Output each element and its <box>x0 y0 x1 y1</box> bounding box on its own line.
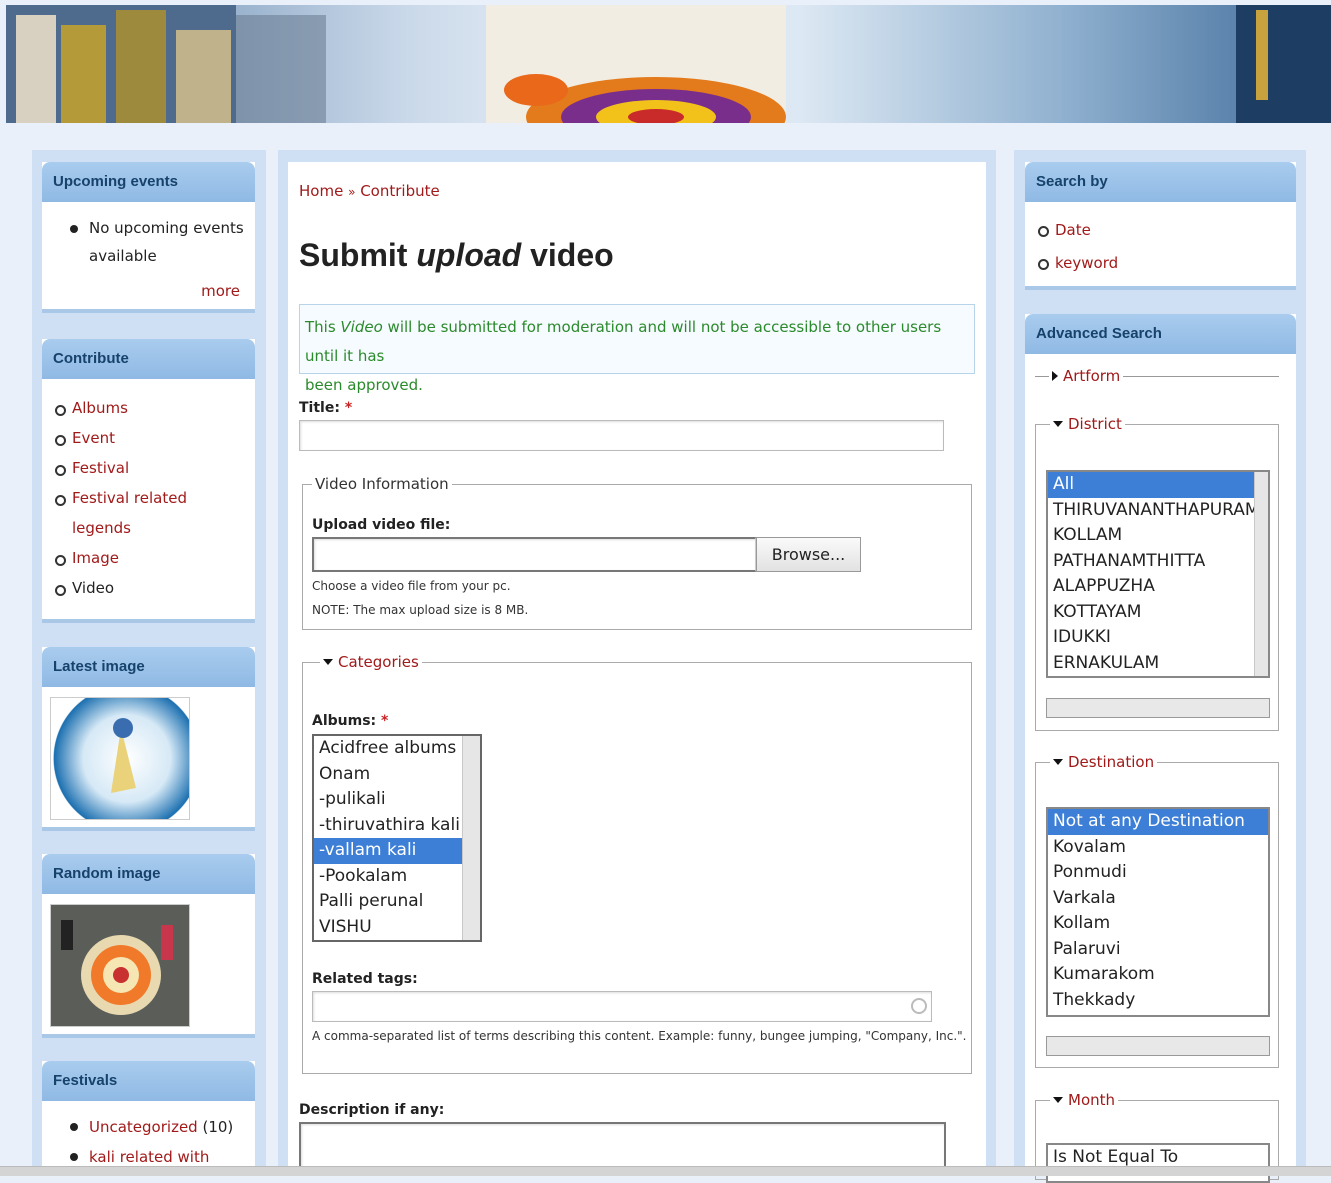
destination-select[interactable]: Not at any Destination Kovalam Ponmudi V… <box>1046 807 1270 1017</box>
block-title: Search by <box>1025 162 1296 202</box>
title-input[interactable] <box>299 420 944 451</box>
district-toggle[interactable]: District <box>1050 415 1125 433</box>
list-item: No upcoming events available <box>42 214 255 270</box>
album-option[interactable]: Palli perunal <box>314 889 480 915</box>
breadcrumb: Home » Contribute <box>299 182 440 200</box>
destination-hscrollbar[interactable] <box>1046 1036 1270 1056</box>
destination-option[interactable]: Varkala <box>1048 886 1268 912</box>
artform-toggle[interactable]: Artform <box>1049 367 1124 385</box>
district-fieldset: District All THIRUVANANTHAPURAM KOLLAM P… <box>1035 415 1279 731</box>
albums-select[interactable]: Acidfree albums Onam -pulikali -thiruvat… <box>312 734 482 942</box>
moderation-notice: This Video will be submitted for moderat… <box>299 304 975 394</box>
destination-toggle[interactable]: Destination <box>1050 753 1158 771</box>
sidebar-item-event[interactable]: Event <box>42 423 255 453</box>
main-content: Home » Contribute Submit upload video Th… <box>288 162 986 1172</box>
breadcrumb-home[interactable]: Home <box>299 182 343 200</box>
district-hscrollbar[interactable] <box>1046 698 1270 718</box>
upload-help: Choose a video file from your pc. <box>312 579 511 593</box>
sidebar-item-albums[interactable]: Albums <box>42 393 255 423</box>
random-image-block: Random image <box>42 854 255 1038</box>
block-title: Random image <box>42 854 255 894</box>
header-banner <box>6 5 1331 123</box>
block-title: Latest image <box>42 647 255 687</box>
page-title: Submit upload video <box>299 237 614 273</box>
district-option[interactable]: ALAPPUZHA <box>1048 574 1268 600</box>
destination-option[interactable]: Kovalam <box>1048 835 1268 861</box>
search-by-date[interactable]: Date <box>1025 214 1296 247</box>
upload-label: Upload video file: <box>312 517 451 533</box>
district-option[interactable]: KOTTAYAM <box>1048 600 1268 626</box>
banner-illustration <box>6 5 1331 123</box>
fieldset-legend: Video Information <box>312 475 452 493</box>
block-title: Advanced Search <box>1025 314 1296 354</box>
sidebar-item-festival[interactable]: Festival <box>42 453 255 483</box>
block-title: Upcoming events <box>42 162 255 202</box>
album-option[interactable]: Onam <box>314 762 480 788</box>
destination-option[interactable]: Kollam <box>1048 911 1268 937</box>
browse-button[interactable]: Browse... <box>756 537 861 572</box>
month-operator-select[interactable]: Is Not Equal To <box>1046 1143 1270 1183</box>
destination-fieldset: Destination Not at any Destination Koval… <box>1035 753 1279 1068</box>
albums-scrollbar[interactable] <box>462 736 480 940</box>
album-option[interactable]: -pulikali <box>314 787 480 813</box>
status-bar <box>0 1166 1331 1176</box>
tags-label: Related tags: <box>312 971 418 987</box>
categories-fieldset: Categories Albums: * Acidfree albums Ona… <box>302 653 972 1074</box>
destination-option[interactable]: Palaruvi <box>1048 937 1268 963</box>
upload-file-input[interactable] <box>312 537 756 572</box>
upload-note: NOTE: The max upload size is 8 MB. <box>312 603 529 617</box>
list-item[interactable]: Uncategorized (10) <box>42 1112 255 1142</box>
block-title: Contribute <box>42 339 255 379</box>
random-image-thumbnail[interactable] <box>50 904 190 1027</box>
destination-option[interactable]: Ponmudi <box>1048 860 1268 886</box>
district-option[interactable]: THIRUVANANTHAPURAM <box>1048 498 1268 524</box>
destination-option[interactable]: Thekkady <box>1048 988 1268 1014</box>
sidebar-item-video[interactable]: Video <box>42 573 255 603</box>
album-option-selected[interactable]: -vallam kali <box>314 838 462 864</box>
contribute-block: Contribute Albums Event Festival Festiva… <box>42 339 255 623</box>
search-by-keyword[interactable]: keyword <box>1025 247 1296 280</box>
description-label: Description if any: <box>299 1102 445 1118</box>
description-textarea[interactable] <box>299 1122 946 1172</box>
title-label: Title: * <box>299 400 353 416</box>
district-option[interactable]: IDUKKI <box>1048 625 1268 651</box>
district-select[interactable]: All THIRUVANANTHAPURAM KOLLAM PATHANAMTH… <box>1046 470 1270 678</box>
latest-image-thumbnail[interactable] <box>50 697 190 820</box>
sidebar-item-image[interactable]: Image <box>42 543 255 573</box>
search-by-block: Search by Date keyword <box>1025 162 1296 290</box>
district-vscrollbar[interactable] <box>1254 472 1268 676</box>
video-information-fieldset: Video Information Upload video file: Bro… <box>302 475 972 630</box>
sidebar-item-festival-related-legends[interactable]: Festival related legends <box>42 483 255 543</box>
autocomplete-icon <box>911 998 927 1014</box>
tags-input[interactable] <box>312 991 932 1022</box>
album-option[interactable]: -thiruvathira kali <box>314 813 480 839</box>
more-link[interactable]: more <box>201 282 240 300</box>
categories-legend-toggle[interactable]: Categories <box>320 653 422 671</box>
district-option[interactable]: PATHANAMTHITTA <box>1048 549 1268 575</box>
destination-option[interactable]: Kumarakom <box>1048 962 1268 988</box>
albums-label: Albums: * <box>312 713 389 729</box>
district-option[interactable]: KOLLAM <box>1048 523 1268 549</box>
district-option-selected[interactable]: All <box>1048 472 1254 498</box>
advanced-search-block: Advanced Search Artform District All THI… <box>1025 314 1296 1183</box>
upcoming-events-block: Upcoming events No upcoming events availa… <box>42 162 255 313</box>
album-option[interactable]: -Pookalam <box>314 864 480 890</box>
album-option[interactable]: VISHU <box>314 915 480 941</box>
breadcrumb-contribute[interactable]: Contribute <box>360 182 440 200</box>
tags-help: A comma-separated list of terms describi… <box>312 1029 967 1043</box>
month-toggle[interactable]: Month <box>1050 1091 1119 1109</box>
artform-fieldset: Artform <box>1035 367 1279 385</box>
district-option[interactable]: ERNAKULAM <box>1048 651 1268 677</box>
block-title: Festivals <box>42 1061 255 1101</box>
festivals-block: Festivals Uncategorized (10) kali relate… <box>42 1061 255 1171</box>
album-option[interactable]: Acidfree albums <box>314 736 480 762</box>
latest-image-block: Latest image <box>42 647 255 831</box>
destination-option-selected[interactable]: Not at any Destination <box>1048 809 1268 835</box>
